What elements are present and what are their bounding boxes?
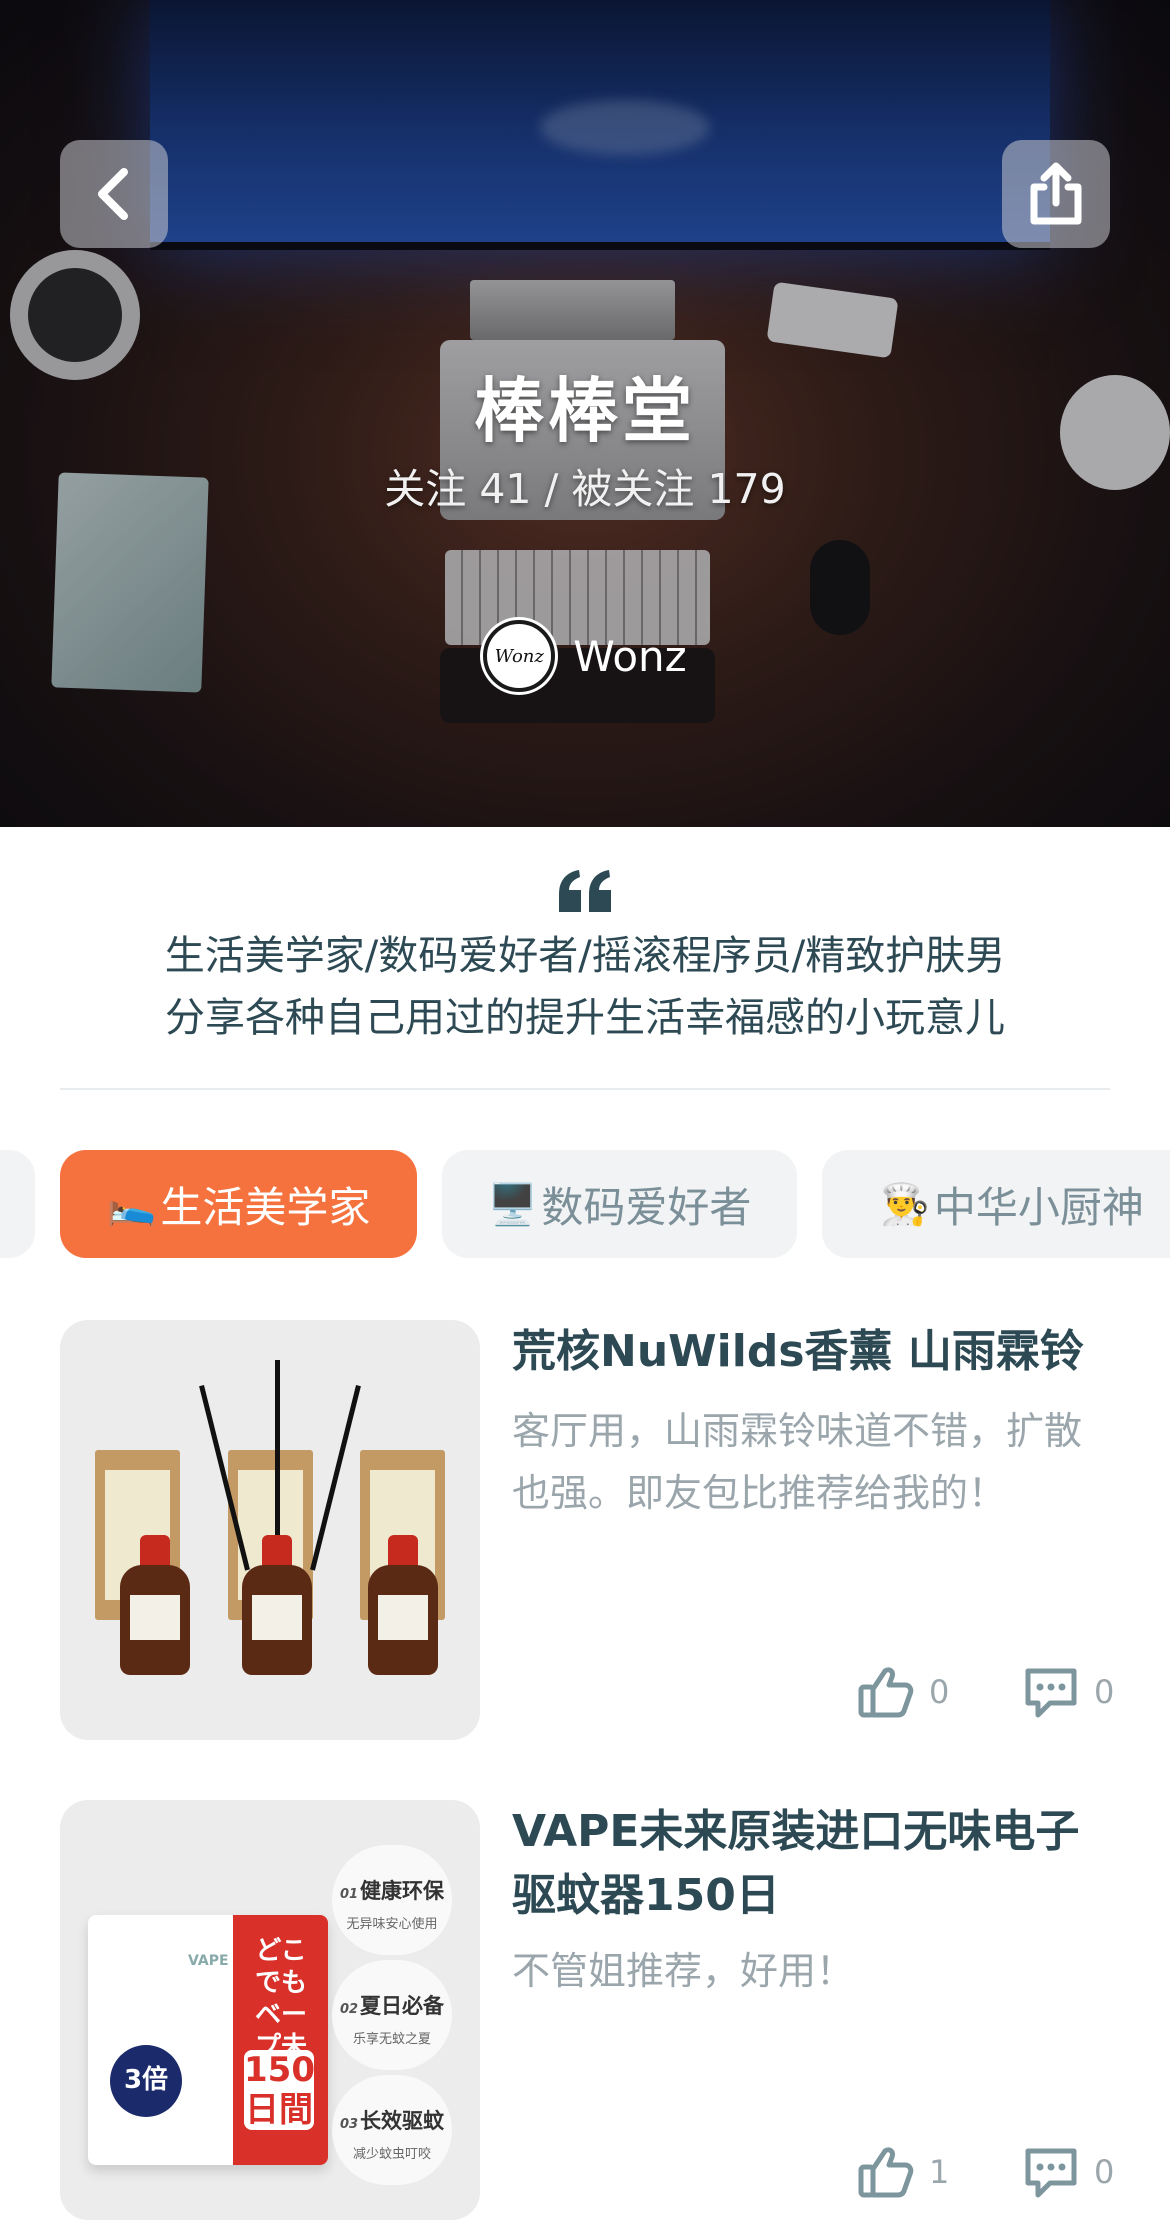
like-count: 1 bbox=[929, 2153, 950, 2191]
share-button[interactable] bbox=[1002, 140, 1110, 248]
thumbs-up-icon bbox=[858, 2147, 914, 2198]
post-card[interactable]: VAPE 3倍 どこでもベープ未来 150日間 01健康环保 无异味安心使用 0… bbox=[60, 1800, 1114, 2220]
author-name[interactable]: Wonz bbox=[573, 632, 686, 681]
bio-line: 分享各种自己用过的提升生活幸福感的小玩意儿 bbox=[165, 995, 1005, 1041]
comment-button[interactable]: 0 bbox=[1022, 1665, 1114, 1719]
like-button[interactable]: 1 bbox=[857, 2145, 949, 2199]
chef-icon: 👨‍🍳 bbox=[880, 1181, 930, 1228]
comment-icon bbox=[1025, 1668, 1077, 1718]
avatar[interactable]: Wonz bbox=[483, 620, 556, 692]
category-chip-cooking[interactable]: 👨‍🍳 中华小厨神 bbox=[822, 1150, 1170, 1258]
thumbs-up-icon bbox=[858, 1667, 914, 1718]
category-chip-partial[interactable] bbox=[0, 1150, 35, 1258]
author-info[interactable]: Wonz Wonz bbox=[0, 620, 1170, 692]
divider bbox=[60, 1088, 1110, 1090]
bio-line: 生活美学家/数码爱好者/摇滚程序员/精致护肤男 bbox=[164, 933, 1006, 979]
follow-stats: 关注 41 / 被关注 179 bbox=[384, 465, 786, 513]
chevron-left-icon bbox=[98, 168, 128, 220]
category-chip-life[interactable]: 🛌 生活美学家 bbox=[60, 1150, 417, 1258]
like-button[interactable]: 0 bbox=[857, 1665, 949, 1719]
comment-count: 0 bbox=[1094, 1673, 1115, 1711]
like-count: 0 bbox=[929, 1673, 950, 1711]
share-icon bbox=[1030, 162, 1082, 225]
post-title[interactable]: VAPE未来原装进口无味电子驱蚊器150日 bbox=[512, 1800, 1112, 1928]
post-thumbnail[interactable] bbox=[60, 1320, 480, 1740]
category-chip-digital[interactable]: 🖥️ 数码爱好者 bbox=[442, 1150, 797, 1258]
followers-link[interactable]: 被关注 179 bbox=[571, 465, 785, 513]
following-link[interactable]: 关注 41 bbox=[384, 465, 531, 513]
hero-banner: 棒棒堂 关注 41 / 被关注 179 Wonz Wonz bbox=[0, 0, 1170, 827]
post-title[interactable]: 荒核NuWilds香薰 山雨霖铃 bbox=[512, 1320, 1112, 1384]
desktop-computer-icon: 🖥️ bbox=[487, 1181, 538, 1228]
post-thumbnail[interactable]: VAPE 3倍 どこでもベープ未来 150日間 01健康环保 无异味安心使用 0… bbox=[60, 1800, 480, 2220]
comment-icon bbox=[1025, 2148, 1077, 2198]
back-button[interactable] bbox=[60, 140, 168, 248]
quote-icon bbox=[559, 870, 611, 912]
comment-count: 0 bbox=[1094, 2153, 1115, 2191]
post-description: 客厅用，山雨霖铃味道不错，扩散也强。即友包比推荐给我的！ bbox=[512, 1409, 1083, 1515]
bio: 生活美学家/数码爱好者/摇滚程序员/精致护肤男 分享各种自己用过的提升生活幸福感… bbox=[0, 925, 1170, 1049]
page-title: 棒棒堂 bbox=[474, 370, 696, 452]
post-card[interactable]: 荒核NuWilds香薰 山雨霖铃 客厅用，山雨霖铃味道不错，扩散也强。即友包比推… bbox=[60, 1320, 1114, 1740]
post-stats: 1 0 bbox=[512, 2145, 1114, 2215]
category-tabs: 🛌 生活美学家 🖥️ 数码爱好者 👨‍🍳 中华小厨神 bbox=[0, 1150, 1170, 1258]
post-stats: 0 0 bbox=[512, 1665, 1114, 1735]
post-description: 不管姐推荐，好用！ bbox=[512, 1949, 855, 1993]
bed-icon: 🛌 bbox=[106, 1181, 157, 1228]
comment-button[interactable]: 0 bbox=[1022, 2145, 1114, 2199]
